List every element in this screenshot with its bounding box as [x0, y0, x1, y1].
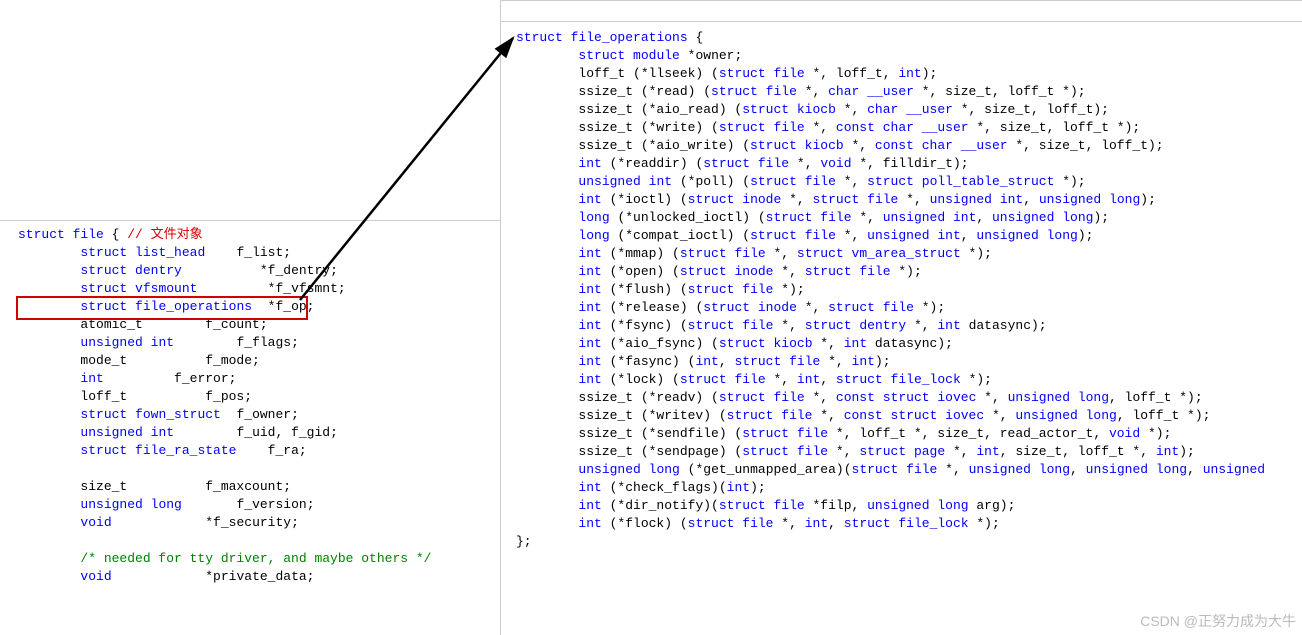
code-right-file-operations: struct file_operations { struct module *… [516, 29, 1265, 551]
watermark: CSDN @正努力成为大牛 [1140, 611, 1296, 631]
code-left-struct-file: struct file { // 文件对象 struct list_head f… [18, 226, 431, 586]
